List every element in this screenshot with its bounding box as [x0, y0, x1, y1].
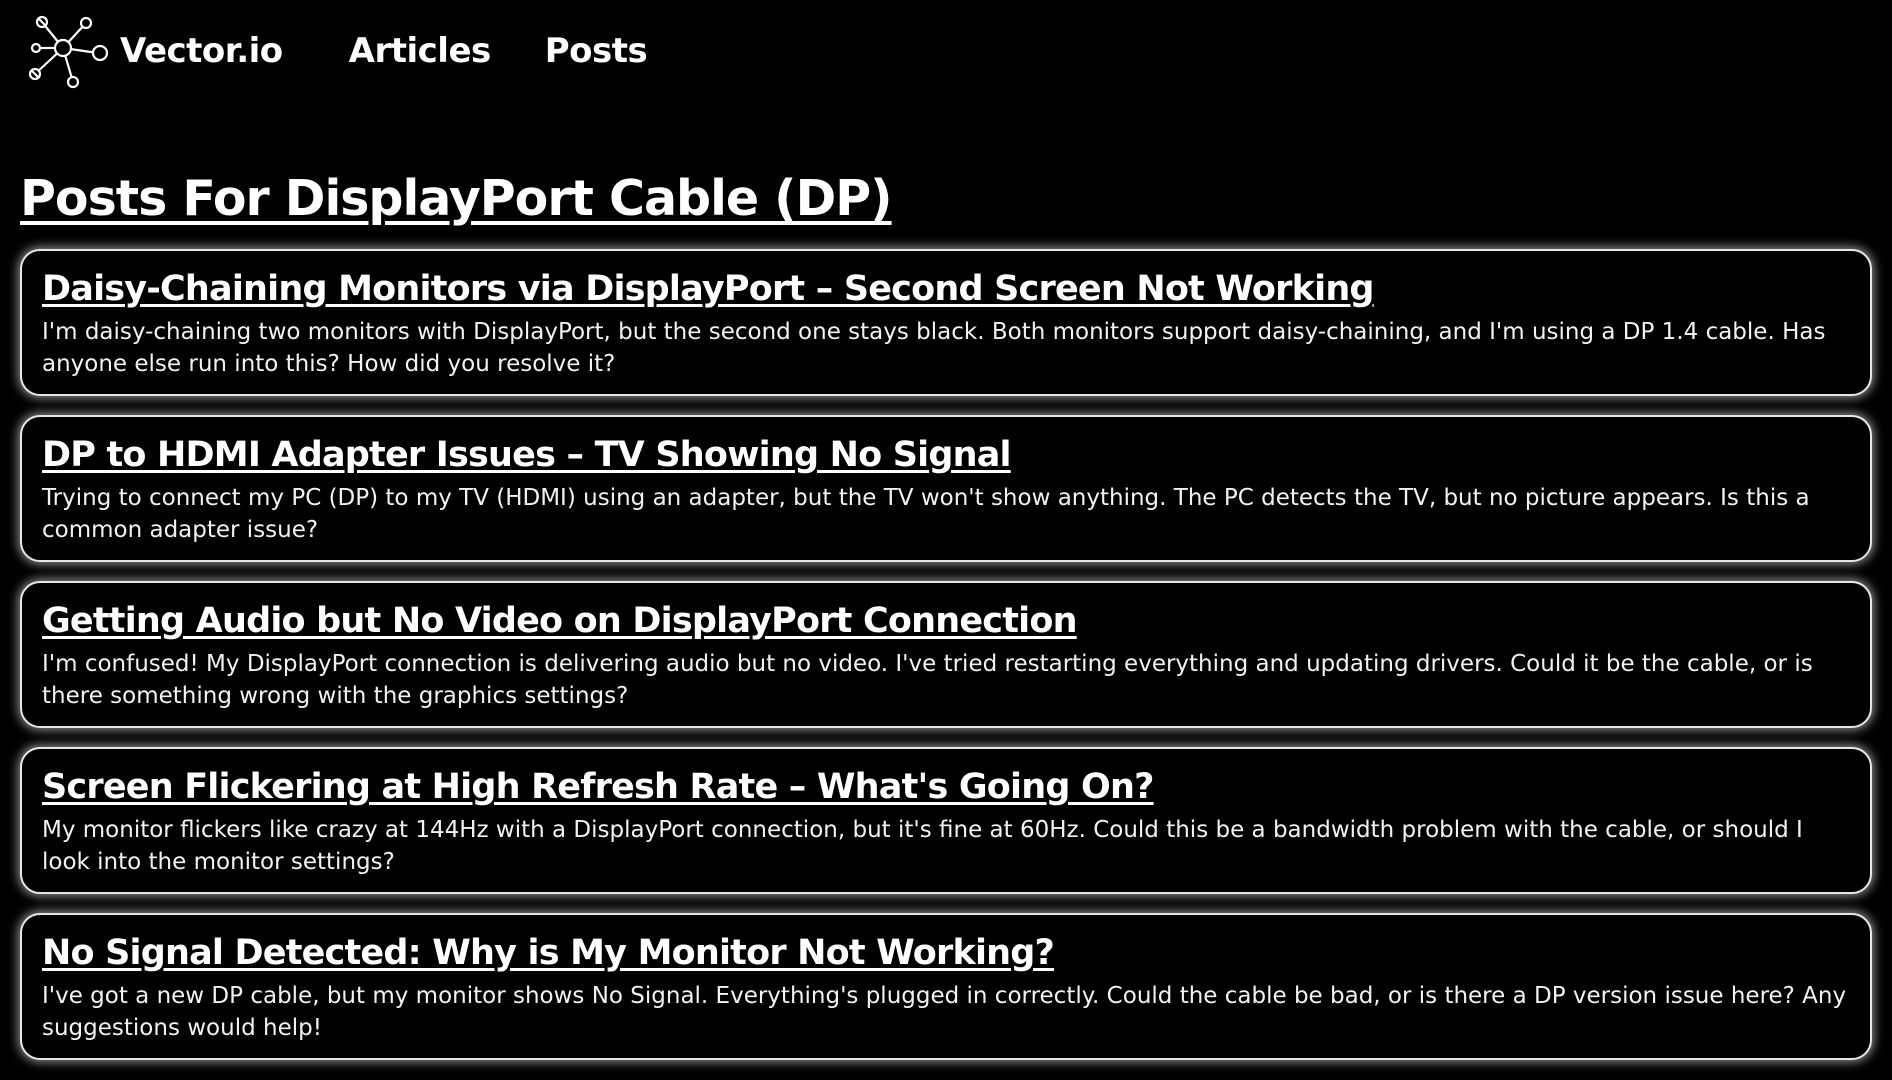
posts-list: Daisy-Chaining Monitors via DisplayPort …	[20, 249, 1872, 1079]
post-excerpt: My monitor flickers like crazy at 144Hz …	[42, 817, 1803, 875]
post-title-link[interactable]: Screen Flickering at High Refresh Rate –…	[42, 764, 1154, 810]
post-card: No Signal Detected: Why is My Monitor No…	[20, 913, 1872, 1060]
post-title-link[interactable]: No Signal Detected: Why is My Monitor No…	[42, 930, 1055, 976]
nav-articles[interactable]: Articles	[349, 31, 492, 71]
network-nodes-icon	[28, 15, 109, 89]
post-excerpt: Trying to connect my PC (DP) to my TV (H…	[42, 485, 1810, 543]
post-excerpt: I'm daisy-chaining two monitors with Dis…	[42, 319, 1826, 377]
logo-link[interactable]: Vector.io	[28, 12, 283, 90]
brand-name: Vector.io	[120, 31, 283, 71]
post-excerpt: I've got a new DP cable, but my monitor …	[42, 983, 1847, 1041]
post-title-link[interactable]: Daisy-Chaining Monitors via DisplayPort …	[42, 266, 1374, 312]
post-card: DP to HDMI Adapter Issues – TV Showing N…	[20, 415, 1872, 562]
post-title-link[interactable]: Getting Audio but No Video on DisplayPor…	[42, 598, 1078, 644]
post-card: Getting Audio but No Video on DisplayPor…	[20, 581, 1872, 728]
post-card: Screen Flickering at High Refresh Rate –…	[20, 747, 1872, 894]
post-excerpt: I'm confused! My DisplayPort connection …	[42, 651, 1813, 709]
main-nav: Articles Posts	[349, 31, 702, 71]
post-title-link[interactable]: DP to HDMI Adapter Issues – TV Showing N…	[42, 432, 1012, 478]
nav-posts[interactable]: Posts	[545, 31, 648, 71]
top-navigation: Vector.io Articles Posts	[28, 10, 701, 92]
page-title: Posts For DisplayPort Cable (DP)	[20, 170, 893, 227]
post-card: Daisy-Chaining Monitors via DisplayPort …	[20, 249, 1872, 396]
